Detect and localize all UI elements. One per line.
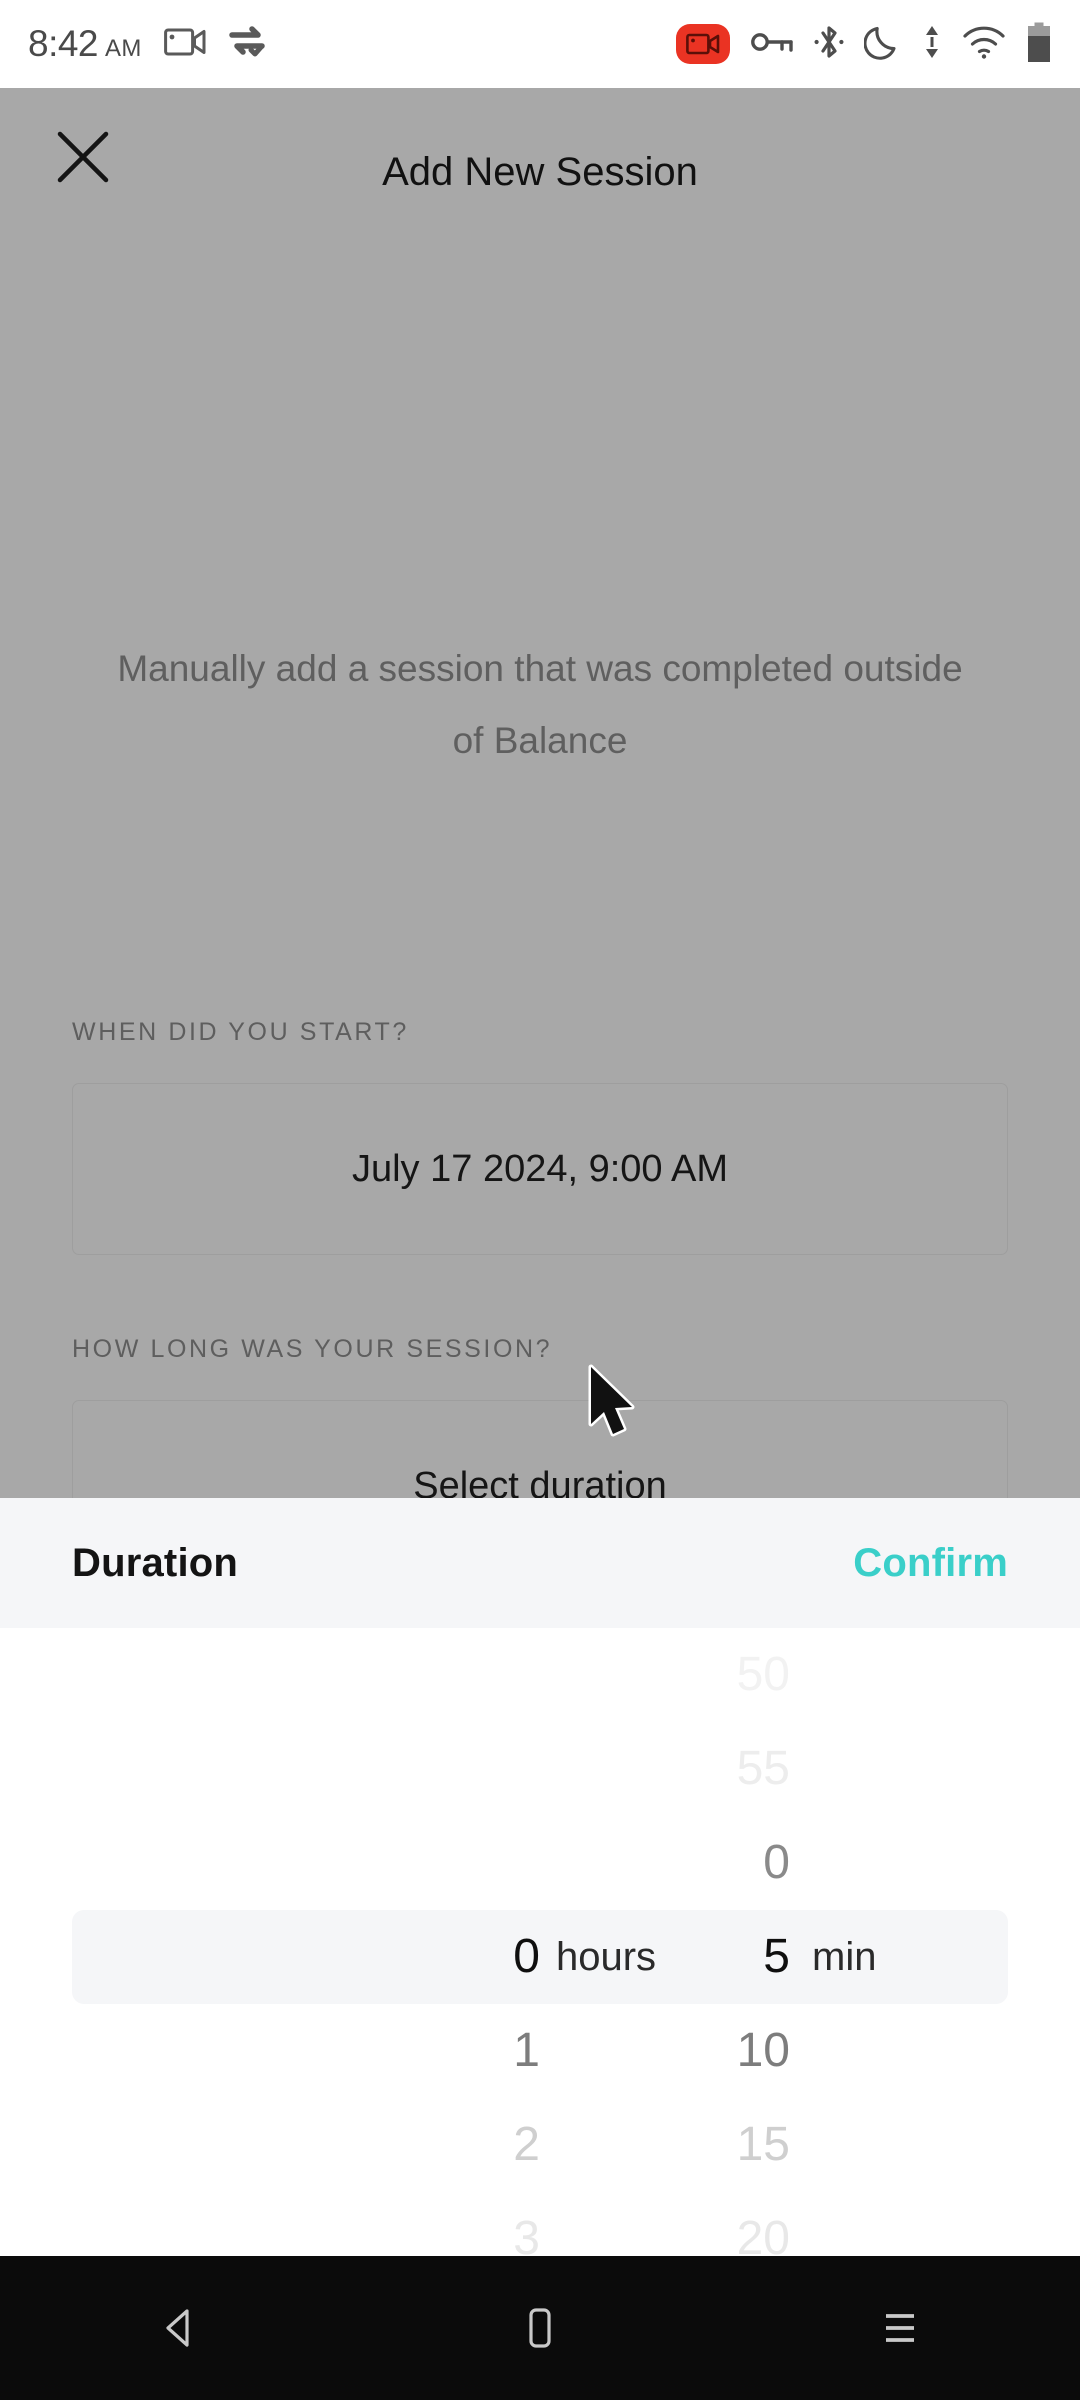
minutes-option-above-3[interactable]: 50 (540, 1628, 790, 1722)
sheet-header: Duration Confirm (0, 1498, 1080, 1628)
hours-wheel[interactable]: 0 1 2 3 (290, 1628, 540, 2256)
status-bar-clock: 8:42 AM (28, 23, 142, 65)
dimmed-app-background: Add New Session Manually add a session t… (0, 88, 1080, 1498)
minutes-option-below-3[interactable]: 20 (540, 2192, 790, 2256)
hours-option-below-3[interactable]: 3 (290, 2192, 540, 2256)
duration-label: HOW LONG WAS YOUR SESSION? (72, 1335, 553, 1363)
start-time-label: WHEN DID YOU START? (72, 1018, 409, 1046)
sheet-title: Duration (72, 1540, 239, 1585)
duration-picker[interactable]: 0 1 2 3 hours 50 55 0 5 10 15 20 min (0, 1628, 1080, 2256)
status-bar: 8:42 AM (0, 0, 1080, 88)
duration-field[interactable]: Select duration (72, 1400, 1008, 1498)
screen-record-icon (163, 26, 206, 63)
confirm-button[interactable]: Confirm (853, 1541, 1008, 1586)
minutes-option-above-2[interactable]: 55 (540, 1722, 790, 1816)
duration-value: Select duration (413, 1464, 667, 1499)
screen-recording-active-badge (676, 24, 730, 64)
hours-option-below-2[interactable]: 2 (290, 2098, 540, 2192)
vpn-key-icon (750, 29, 794, 60)
data-transfer-arrows-icon (922, 24, 942, 65)
modal-header: Add New Session (0, 88, 1080, 220)
minutes-option-below-2[interactable]: 15 (540, 2098, 790, 2192)
do-not-disturb-moon-icon (863, 23, 902, 66)
hours-option-selected[interactable]: 0 (290, 1910, 540, 2004)
minutes-option-below-1[interactable]: 10 (540, 2004, 790, 2098)
minutes-option-selected[interactable]: 5 (540, 1910, 790, 2004)
clock-meridiem: AM (105, 35, 142, 62)
recents-icon[interactable] (815, 2256, 985, 2400)
home-icon[interactable] (455, 2256, 625, 2400)
screen: 8:42 AM Add New Session Manually add a s… (0, 0, 1080, 2400)
android-navigation-bar (0, 2256, 1080, 2400)
status-bar-right (676, 22, 1052, 67)
modal-description: Manually add a session that was complete… (117, 648, 963, 761)
duration-bottom-sheet: Duration Confirm 0 1 2 3 hours 50 55 0 5… (0, 1498, 1080, 2256)
status-bar-left: 8:42 AM (28, 23, 268, 65)
page-title: Add New Session (382, 150, 698, 194)
back-icon[interactable] (95, 2256, 265, 2400)
minutes-option-above-1[interactable]: 0 (540, 1816, 790, 1910)
hours-option-below-1[interactable]: 1 (290, 2004, 540, 2098)
bluetooth-icon (814, 23, 844, 66)
data-sync-check-icon (228, 25, 268, 64)
battery-icon (1026, 22, 1052, 67)
minutes-wheel[interactable]: 50 55 0 5 10 15 20 (540, 1628, 790, 2256)
start-time-value: July 17 2024, 9:00 AM (351, 1147, 729, 1190)
minutes-unit-label: min (812, 1935, 877, 1979)
clock-time: 8:42 (28, 23, 99, 64)
wifi-icon (962, 25, 1006, 64)
start-time-field[interactable]: July 17 2024, 9:00 AM (72, 1083, 1008, 1255)
